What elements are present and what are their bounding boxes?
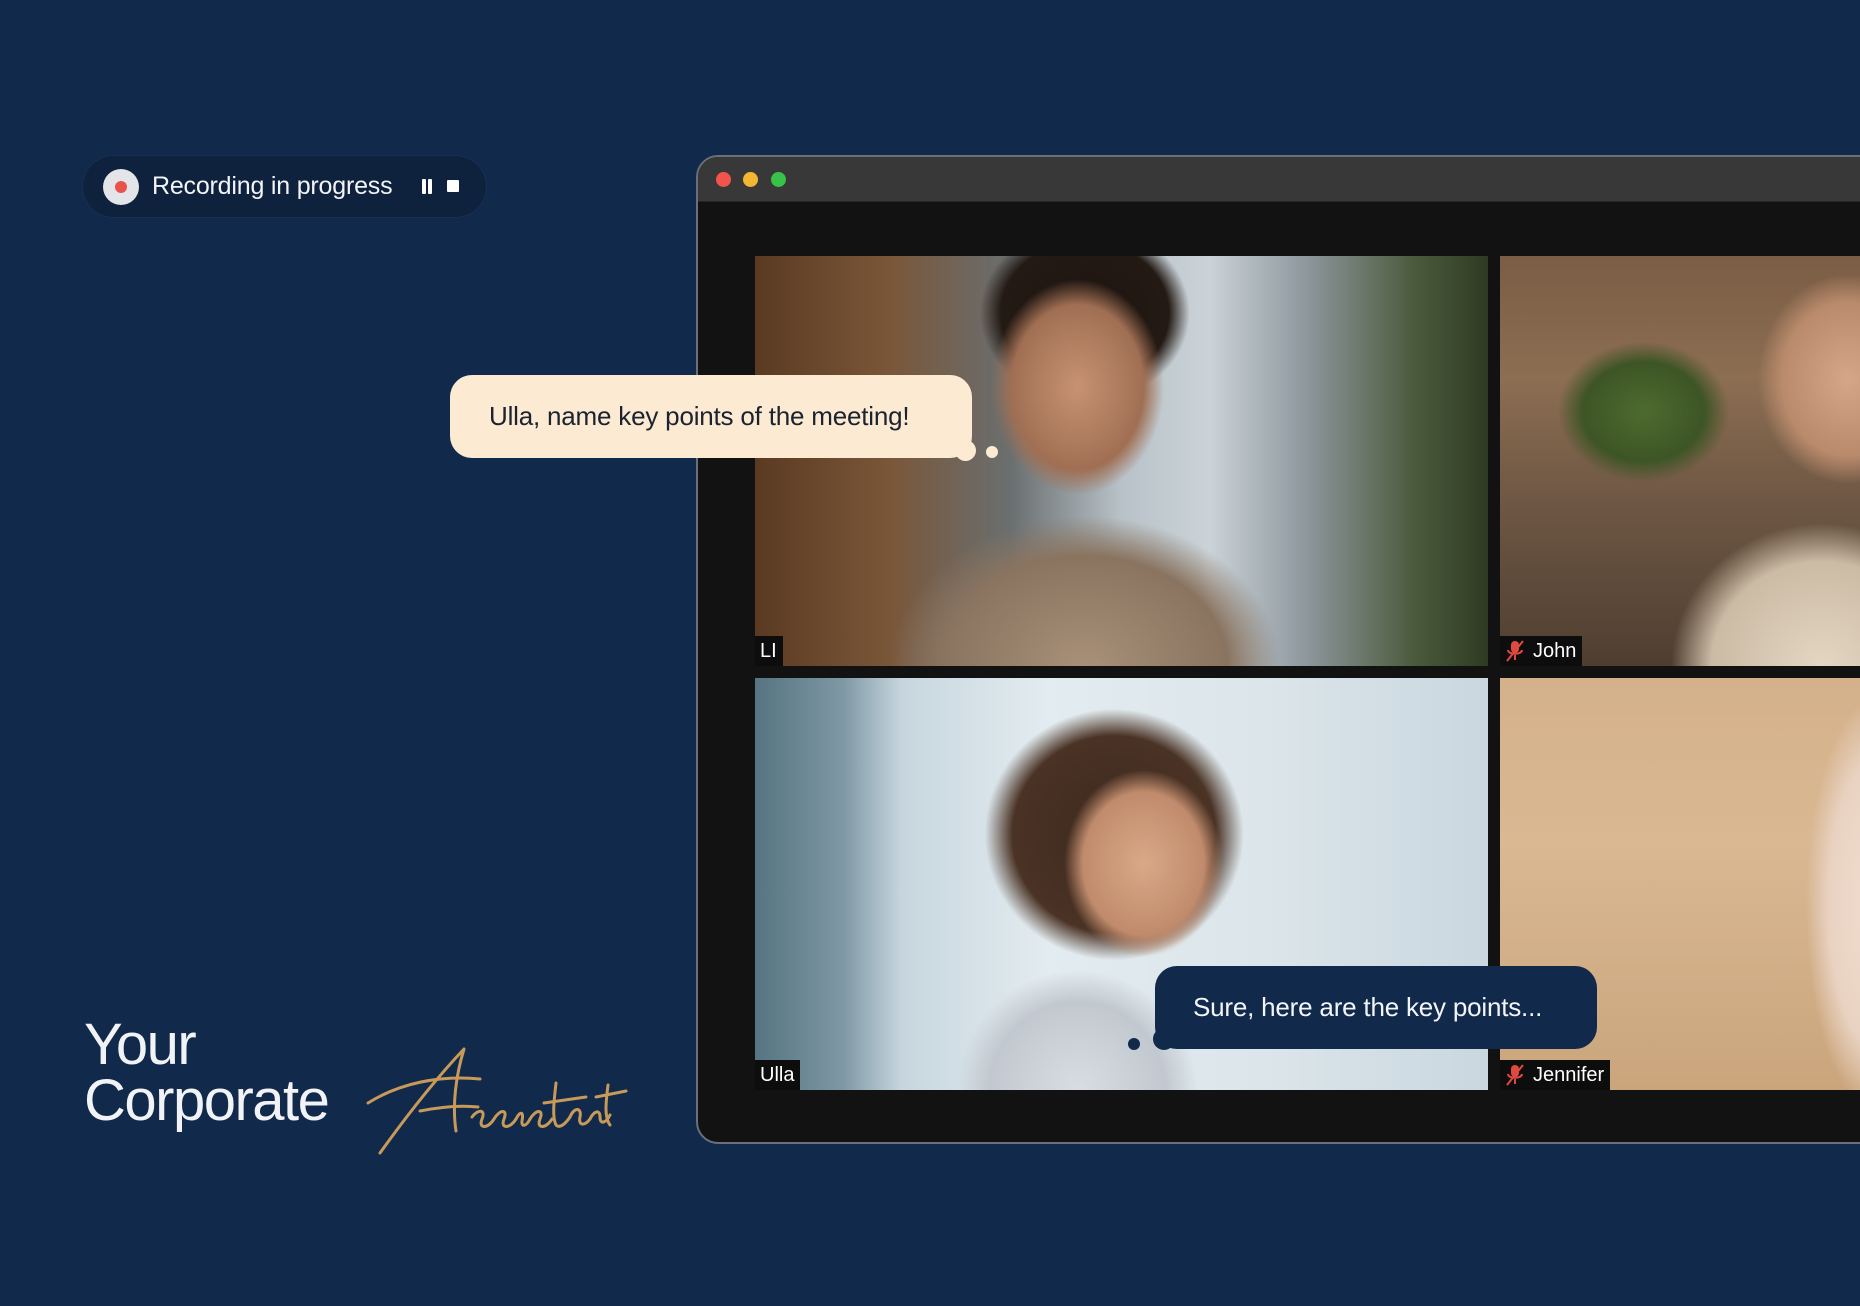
video-tile-john[interactable]: John (1500, 256, 1860, 666)
recording-label: Recording in progress (152, 172, 393, 200)
participant-name-tag: John (1500, 636, 1583, 666)
participant-name-tag: Ulla (755, 1060, 801, 1090)
tagline-line-1: Your (84, 1012, 197, 1077)
bubble-tail (1153, 1028, 1175, 1050)
bubble-tail (1128, 1038, 1140, 1050)
assistant-speech-bubble: Sure, here are the key points... (1155, 966, 1597, 1049)
record-icon (103, 169, 139, 205)
assistant-reply: Sure, here are the key points... (1193, 992, 1543, 1022)
user-message: Ulla, name key points of the meeting! (489, 401, 910, 431)
bubble-tail (986, 446, 998, 458)
assistant-signature (366, 1047, 628, 1155)
participant-name: Ulla (760, 1064, 795, 1086)
user-speech-bubble: Ulla, name key points of the meeting! (450, 375, 972, 458)
bubble-tail (955, 440, 976, 461)
participant-name: LI (760, 640, 777, 662)
recording-status-bar: Recording in progress (83, 156, 486, 217)
participant-name: John (1533, 640, 1577, 662)
mic-muted-icon (1506, 640, 1524, 662)
maximize-window-button[interactable] (771, 172, 786, 187)
participant-name: Jennifer (1533, 1064, 1605, 1086)
participant-name-tag: LI (755, 636, 783, 666)
tagline: Your Corporate (84, 1012, 330, 1133)
close-window-button[interactable] (716, 172, 731, 187)
minimize-window-button[interactable] (743, 172, 758, 187)
participant-name-tag: Jennifer (1500, 1060, 1611, 1090)
window-titlebar (698, 157, 1860, 202)
pause-icon[interactable] (421, 179, 433, 194)
tagline-line-2: Corporate (84, 1068, 330, 1133)
mic-muted-icon (1506, 1064, 1524, 1086)
video-tile-li[interactable]: LI (755, 256, 1488, 666)
stop-icon[interactable] (447, 180, 459, 192)
